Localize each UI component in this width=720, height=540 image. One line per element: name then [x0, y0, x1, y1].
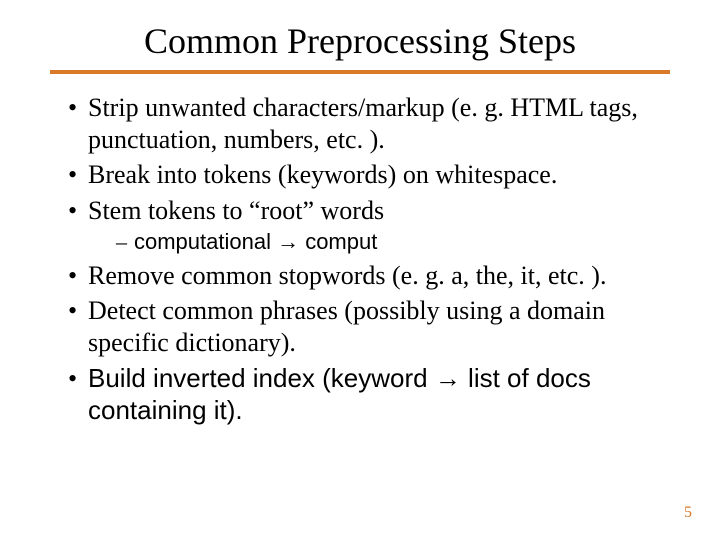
- bullet-text: Detect common phrases (possibly using a …: [88, 296, 605, 357]
- bullet-list: Strip unwanted characters/markup (e. g. …: [50, 92, 670, 426]
- bullet-text: Stem tokens to “root” words: [88, 196, 384, 225]
- sub-bullet-list: computational → comput: [88, 229, 670, 256]
- slide-title: Common Preprocessing Steps: [50, 20, 670, 62]
- list-item: Remove common stopwords (e. g. a, the, i…: [68, 260, 670, 292]
- list-item: computational → comput: [116, 229, 670, 256]
- list-item: Build inverted index (keyword → list of …: [68, 363, 670, 426]
- slide: Common Preprocessing Steps Strip unwante…: [0, 0, 720, 540]
- list-item: Stem tokens to “root” words computationa…: [68, 195, 670, 256]
- title-underline: [50, 70, 670, 74]
- bullet-text: computational → comput: [134, 229, 377, 254]
- bullet-text: Build inverted index (keyword → list of …: [88, 363, 591, 425]
- list-item: Strip unwanted characters/markup (e. g. …: [68, 92, 670, 155]
- bullet-text: Remove common stopwords (e. g. a, the, i…: [88, 261, 606, 290]
- list-item: Break into tokens (keywords) on whitespa…: [68, 159, 670, 191]
- bullet-text: Strip unwanted characters/markup (e. g. …: [88, 93, 638, 154]
- page-number: 5: [684, 504, 692, 522]
- list-item: Detect common phrases (possibly using a …: [68, 295, 670, 358]
- bullet-text: Break into tokens (keywords) on whitespa…: [88, 160, 557, 189]
